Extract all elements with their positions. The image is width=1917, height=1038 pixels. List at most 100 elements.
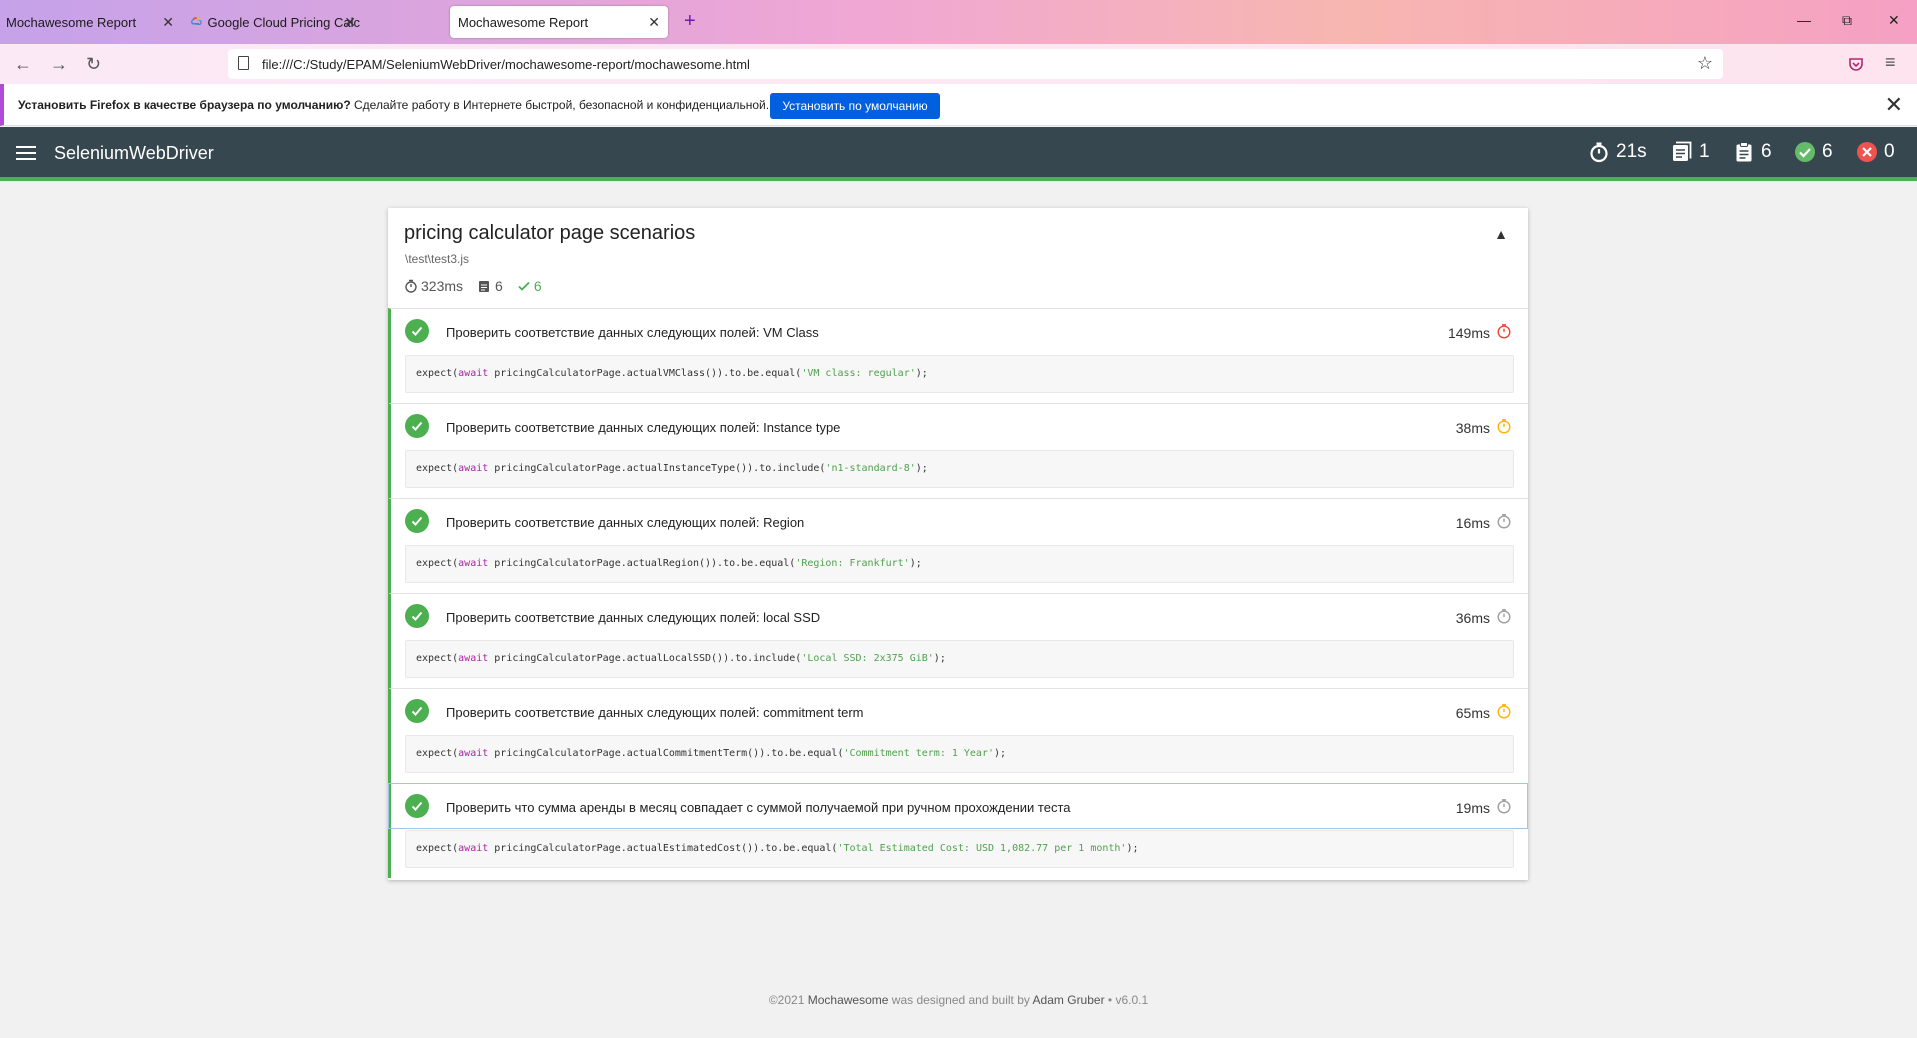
test-code: expect(await pricingCalculatorPage.actua… [405, 735, 1514, 773]
window-close-icon[interactable]: ✕ [1888, 12, 1900, 29]
address-bar[interactable]: file:///C:/Study/EPAM/SeleniumWebDriver/… [228, 49, 1723, 79]
stopwatch-icon [405, 279, 417, 293]
passed-value: 6 [1822, 141, 1833, 162]
stopwatch-fast-icon [1497, 514, 1511, 529]
stopwatch-fast-icon [1497, 799, 1511, 814]
forward-arrow-icon[interactable]: → [50, 54, 68, 75]
menu-hamburger-icon[interactable]: ≡ [1885, 52, 1896, 73]
stat-passed[interactable]: 6 [1794, 141, 1833, 163]
test-row[interactable]: Проверить что сумма аренды в месяц совпа… [388, 783, 1528, 878]
menu-icon[interactable] [16, 146, 36, 160]
test-code: expect(await pricingCalculatorPage.actua… [405, 640, 1514, 678]
test-row[interactable]: Проверить соответствие данных следующих … [388, 403, 1528, 498]
chevron-up-icon[interactable]: ▲ [1494, 226, 1508, 242]
bookmark-star-icon[interactable]: ☆ [1697, 53, 1713, 74]
code-text: ); [915, 368, 928, 379]
tab-google-cloud-pricing[interactable]: Google Cloud Pricing Calculator ✕ [190, 6, 360, 38]
code-text: expect( [416, 748, 459, 759]
suite-tests-value: 6 [495, 278, 503, 294]
code-string: 'Commitment term: 1 Year' [843, 748, 994, 759]
test-duration: 149ms [1447, 325, 1490, 341]
check-icon [518, 281, 530, 291]
stopwatch-medium-icon [1497, 419, 1511, 434]
test-list: Проверить соответствие данных следующих … [388, 308, 1528, 878]
code-text: expect( [416, 368, 459, 379]
stopwatch-fast-icon [1497, 609, 1511, 624]
suite-duration-value: 323ms [421, 278, 464, 294]
suites-icon [1673, 141, 1692, 161]
passed-check-icon [405, 414, 429, 438]
code-keyword: await [458, 558, 489, 569]
test-row[interactable]: Проверить соответствие данных следующих … [388, 308, 1528, 403]
stat-failed[interactable]: 0 [1856, 141, 1895, 163]
suite-title: pricing calculator page scenarios [404, 222, 696, 244]
code-keyword: await [458, 653, 489, 664]
test-row[interactable]: Проверить соответствие данных следующих … [388, 593, 1528, 688]
passed-check-icon [405, 794, 429, 818]
code-string: 'VM class: regular' [801, 368, 916, 379]
test-duration: 16ms [1455, 515, 1490, 531]
restore-icon[interactable]: ⧉ [1842, 12, 1852, 29]
code-text: ); [909, 558, 922, 569]
test-duration: 19ms [1455, 800, 1490, 816]
code-text: pricingCalculatorPage.actualCommitmentTe… [488, 748, 844, 759]
code-text: ); [915, 463, 928, 474]
notification-message: Установить Firefox в качестве браузера п… [18, 98, 769, 112]
close-icon[interactable]: ✕ [344, 14, 356, 31]
back-arrow-icon[interactable]: ← [14, 54, 32, 75]
footer-copyright: ©2021 [768, 993, 805, 1007]
test-row[interactable]: Проверить соответствие данных следующих … [388, 498, 1528, 593]
test-code: expect(await pricingCalculatorPage.actua… [405, 545, 1514, 583]
code-keyword: await [458, 843, 489, 854]
minimize-icon[interactable]: — [1797, 12, 1811, 28]
test-row[interactable]: Проверить соответствие данных следующих … [388, 688, 1528, 783]
passed-check-icon [405, 509, 429, 533]
suite-passed-value: 6 [533, 278, 542, 294]
reload-icon[interactable]: ↻ [86, 54, 101, 75]
duration-value: 21s [1616, 141, 1647, 162]
new-tab-plus-icon[interactable]: + [684, 10, 696, 33]
report-header: SeleniumWebDriver 21s 1 6 6 0 [0, 127, 1917, 181]
footer-brand-link[interactable]: Mochawesome [808, 993, 889, 1007]
stopwatch-slow-icon [1497, 324, 1511, 339]
test-title: Проверить соответствие данных следующих … [446, 705, 864, 720]
footer-author-link[interactable]: Adam Gruber [1033, 993, 1105, 1007]
test-title: Проверить соответствие данных следующих … [446, 610, 821, 625]
suite-duration: 323ms [404, 278, 463, 294]
code-keyword: await [458, 368, 489, 379]
test-duration: 36ms [1455, 610, 1490, 626]
footer-middle: was designed and built by [891, 993, 1030, 1007]
passed-check-icon [405, 604, 429, 628]
set-default-button[interactable]: Установить по умолчанию [770, 93, 940, 119]
tab-title: Mochawesome Report [6, 14, 137, 30]
stopwatch-medium-icon [1497, 704, 1511, 719]
code-string: 'Region: Frankfurt' [795, 558, 910, 569]
stopwatch-icon [1590, 142, 1608, 163]
code-text: ); [994, 748, 1007, 759]
test-code: expect(await pricingCalculatorPage.actua… [405, 355, 1514, 393]
test-title: Проверить соответствие данных следующих … [446, 420, 841, 435]
close-icon[interactable]: ✕ [162, 14, 174, 31]
code-keyword: await [458, 463, 489, 474]
browser-nav-bar: ← → ↻ file:///C:/Study/EPAM/SeleniumWebD… [0, 44, 1917, 84]
passed-check-icon [405, 319, 429, 343]
test-title: Проверить соответствие данных следующих … [446, 515, 805, 530]
close-icon[interactable]: ✕ [648, 14, 660, 31]
code-text: pricingCalculatorPage.actualInstanceType… [488, 463, 826, 474]
pocket-icon[interactable] [1848, 56, 1864, 72]
passed-check-icon [1795, 142, 1815, 162]
default-browser-notification: Установить Firefox в качестве браузера п… [0, 84, 1917, 126]
code-text: expect( [416, 463, 459, 474]
url-text[interactable]: file:///C:/Study/EPAM/SeleniumWebDriver/… [262, 57, 750, 72]
code-text: expect( [416, 653, 459, 664]
code-text: expect( [416, 558, 459, 569]
test-duration: 65ms [1455, 705, 1490, 721]
notification-close-icon[interactable]: ✕ [1885, 92, 1903, 118]
tab-mochawesome-report-active[interactable]: Mochawesome Report ✕ [450, 6, 668, 38]
code-string: 'n1-standard-8' [825, 463, 916, 474]
tests-clipboard-icon [1736, 142, 1752, 162]
suite-stats: 323ms 6 6 [404, 278, 556, 294]
tab-mochawesome-report-1[interactable]: Mochawesome Report ✕ [6, 6, 182, 38]
tests-value: 6 [1761, 141, 1772, 162]
code-text: ); [1126, 843, 1139, 854]
